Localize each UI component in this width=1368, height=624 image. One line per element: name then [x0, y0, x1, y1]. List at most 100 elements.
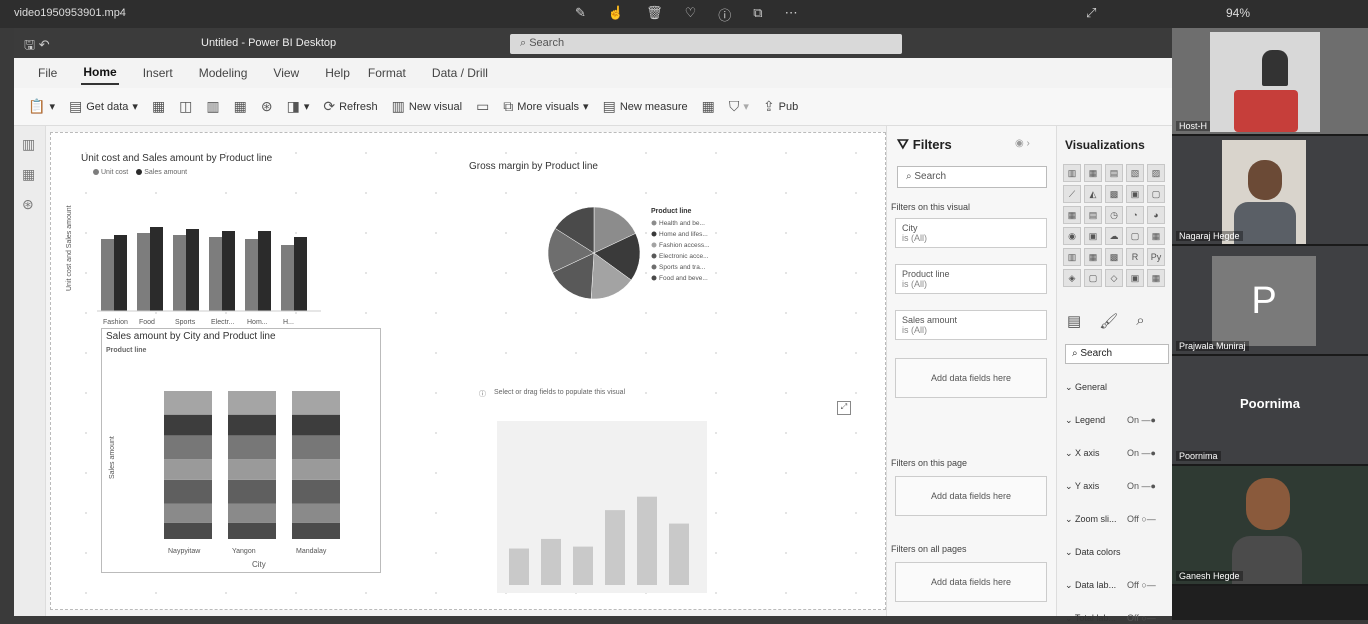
toggle-switch[interactable]: On —●	[1127, 481, 1156, 491]
toggle-switch[interactable]: On —●	[1127, 415, 1156, 425]
visual-type-icon[interactable]: ◉	[1063, 227, 1081, 245]
visual-type-icon[interactable]: ▥	[1063, 248, 1081, 266]
format-property[interactable]: ⌄ Legend On —●	[1065, 415, 1175, 426]
tab-data-drill[interactable]: Data / Drill	[430, 62, 490, 84]
fields-tab-icon[interactable]: ▤	[1067, 312, 1081, 330]
sql-button[interactable]: ▥	[206, 98, 219, 115]
tab-view[interactable]: View	[271, 62, 301, 84]
visual-type-icon[interactable]: ▨	[1147, 164, 1165, 182]
visual-type-icon[interactable]: R	[1126, 248, 1144, 266]
format-property[interactable]: ⌄ Data lab... Off ○—	[1065, 580, 1175, 591]
pen-icon[interactable]: ✎	[575, 5, 586, 24]
quick-measure-button[interactable]: ▦	[702, 98, 715, 115]
report-canvas[interactable]: Unit cost and Sales amount by Product li…	[50, 132, 886, 610]
format-property[interactable]: ⌄ Data colors	[1065, 547, 1175, 558]
visual-type-icon[interactable]: ▩	[1105, 248, 1123, 266]
pointer-icon[interactable]: ☝	[608, 5, 624, 24]
participant-tile-poornima[interactable]: Poornima Poornima	[1172, 356, 1368, 466]
add-page-filter-dropzone[interactable]: Add data fields here	[895, 476, 1047, 516]
transform-data-button[interactable]: ◨ ▾	[287, 98, 310, 115]
format-tab-icon[interactable]: 🖌	[1099, 312, 1118, 330]
format-property[interactable]: ⌄ X axis On —●	[1065, 448, 1175, 459]
visual-type-icon[interactable]: ▣	[1126, 185, 1144, 203]
visual-type-icon[interactable]: ◔	[1126, 206, 1144, 224]
more-visuals-button[interactable]: ⧉ More visuals ▾	[503, 98, 588, 115]
info-icon[interactable]: ⓘ	[718, 5, 731, 24]
share-icon[interactable]: ⧉	[753, 5, 762, 24]
chart-sales-by-city[interactable]: Sales amount by City and Product line Pr…	[101, 328, 381, 573]
add-visual-filter-dropzone[interactable]: Add data fields here	[895, 358, 1047, 398]
publish-button[interactable]: ⇪ Pub	[763, 98, 798, 115]
toggle-switch[interactable]: Off ○—	[1127, 514, 1156, 524]
trash-icon[interactable]: 🗑	[646, 5, 663, 24]
participant-tile-ganesh[interactable]: Ganesh Hegde	[1172, 466, 1368, 586]
format-property[interactable]: ⌄ General	[1065, 382, 1175, 393]
filter-card-sales-amount[interactable]: Sales amount is (All)	[895, 310, 1047, 340]
participant-tile-nagaraj[interactable]: Nagaraj Hegde	[1172, 136, 1368, 246]
visual-type-icon[interactable]: ▤	[1084, 206, 1102, 224]
tab-modeling[interactable]: Modeling	[197, 62, 250, 84]
collapse-icon[interactable]: ◉ ›	[1015, 138, 1030, 149]
visual-type-icon[interactable]: ◈	[1063, 269, 1081, 287]
visual-type-icon[interactable]: ☁	[1105, 227, 1123, 245]
visual-type-icon[interactable]: ▦	[1147, 269, 1165, 287]
toggle-switch[interactable]: On —●	[1127, 448, 1156, 458]
expand-icon[interactable]: ⤢	[1086, 5, 1096, 21]
visual-type-icon[interactable]: ◭	[1084, 185, 1102, 203]
tab-home[interactable]: Home	[81, 61, 119, 85]
tab-help[interactable]: Help	[323, 62, 352, 84]
visual-type-icon[interactable]: ▦	[1147, 227, 1165, 245]
dataset-button[interactable]: ◫	[179, 98, 192, 115]
format-property[interactable]: ⌄ Zoom sli... Off ○—	[1065, 514, 1175, 525]
focus-mode-icon[interactable]: ⤢	[837, 401, 851, 415]
chart-gross-margin[interactable]: Gross margin by Product line Product lin…	[451, 141, 751, 351]
heart-icon[interactable]: ♡	[685, 5, 697, 24]
visual-type-icon[interactable]: Py	[1147, 248, 1165, 266]
sensitivity-button[interactable]: ⛉ ▾	[729, 98, 749, 115]
visual-type-icon[interactable]: ▥	[1063, 164, 1081, 182]
filters-search-input[interactable]: ⌕ Search	[897, 166, 1047, 188]
visual-type-icon[interactable]: ⟋	[1063, 185, 1081, 203]
tab-file[interactable]: File	[36, 62, 59, 84]
excel-button[interactable]: ▦	[152, 98, 165, 115]
visual-type-icon[interactable]: ▢	[1126, 227, 1144, 245]
tab-format[interactable]: Format	[366, 62, 408, 84]
enter-data-button[interactable]: ▦	[234, 98, 247, 115]
analytics-tab-icon[interactable]: ⌕	[1136, 312, 1144, 330]
get-data-button[interactable]: ▤ Get data ▾	[69, 98, 138, 115]
visual-type-icon[interactable]: ▩	[1105, 185, 1123, 203]
visual-type-icon[interactable]: ▣	[1126, 269, 1144, 287]
model-view-icon[interactable]: ⊛	[22, 196, 34, 213]
visual-type-icon[interactable]: ◕	[1147, 206, 1165, 224]
tab-insert[interactable]: Insert	[141, 62, 175, 84]
participant-tile-prajwala[interactable]: P Prajwala Muniraj	[1172, 246, 1368, 356]
visual-type-icon[interactable]: ▢	[1084, 269, 1102, 287]
visual-type-icon[interactable]: ▢	[1147, 185, 1165, 203]
add-all-pages-filter-dropzone[interactable]: Add data fields here	[895, 562, 1047, 602]
chart-placeholder-visual[interactable]: ⓘ Select or drag fields to populate this …	[475, 385, 715, 595]
participant-tile-host[interactable]: Host-H	[1172, 28, 1368, 136]
transform-button[interactable]: ⊛	[261, 98, 273, 115]
visual-type-icon[interactable]: ▤	[1105, 164, 1123, 182]
filter-card-city[interactable]: City is (All)	[895, 218, 1047, 248]
refresh-button[interactable]: ⟳ Refresh	[323, 98, 377, 115]
textbox-button[interactable]: ▭	[476, 98, 489, 115]
new-visual-button[interactable]: ▥ New visual	[392, 98, 462, 115]
filter-card-product-line[interactable]: Product line is (All)	[895, 264, 1047, 294]
visual-type-icon[interactable]: ▦	[1084, 164, 1102, 182]
save-icon[interactable]: 🖫 ↶	[24, 36, 50, 58]
format-property[interactable]: ⌄ Y axis On —●	[1065, 481, 1175, 492]
visual-type-icon[interactable]: ▧	[1126, 164, 1144, 182]
data-view-icon[interactable]: ▦	[22, 166, 35, 183]
search-input[interactable]: ⌕ Search	[510, 34, 902, 54]
format-search-input[interactable]: ⌕ Search	[1065, 344, 1169, 364]
visual-type-icon[interactable]: ◇	[1105, 269, 1123, 287]
toggle-switch[interactable]: Off ○—	[1127, 580, 1156, 590]
format-property[interactable]: ⌄ Total lab... Off ○—	[1065, 613, 1175, 624]
report-view-icon[interactable]: ▥	[22, 136, 35, 153]
paste-button[interactable]: 📋 ▾	[28, 98, 55, 115]
new-measure-button[interactable]: ▤ New measure	[603, 98, 688, 115]
chart-unit-cost-sales[interactable]: Unit cost and Sales amount by Product li…	[59, 141, 349, 331]
toggle-switch[interactable]: Off ○—	[1127, 613, 1156, 623]
visual-type-icon[interactable]: ▦	[1063, 206, 1081, 224]
